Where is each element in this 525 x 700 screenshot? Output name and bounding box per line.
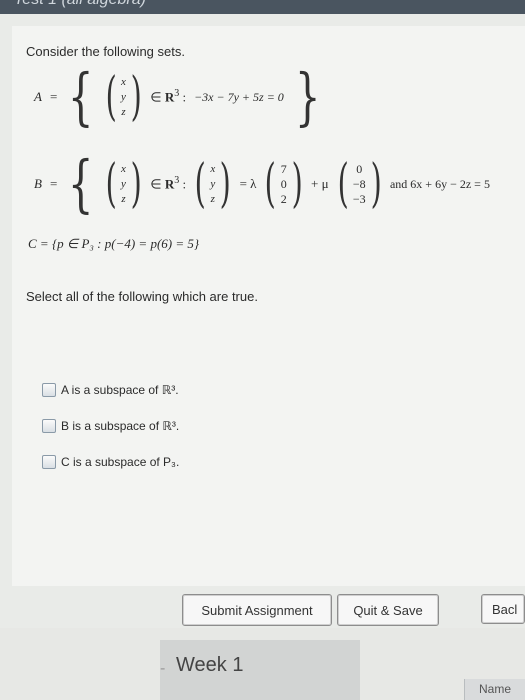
set-a-name: A — [34, 89, 42, 104]
set-a-vector: xyz — [121, 75, 126, 118]
name-label: Name — [479, 682, 512, 696]
back-button[interactable]: Bacl — [481, 594, 525, 624]
set-b-name: B — [34, 176, 42, 191]
set-b-vector-2: xyz — [210, 162, 216, 205]
set-b-extra-condition: and 6x + 6y − 2z = 5 — [389, 176, 490, 191]
set-b-definition: B = { ( xyz ) ∈ R3 : ( xyz ) = λ ( 702 )… — [34, 147, 490, 220]
quit-save-button[interactable]: Quit & Save — [337, 594, 439, 626]
set-c-definition: C = {p ∈ P₃ : p(−4) = p(6) = 5} — [28, 236, 200, 251]
set-b-direction-2: 0 −8 −3 — [352, 161, 366, 206]
page-header-title: Test 1 (all algebra) — [14, 0, 146, 9]
set-b-vector: xyz — [121, 162, 126, 205]
week-label: Week 1 — [176, 654, 244, 676]
set-b-direction-1: 702 — [280, 161, 287, 206]
week-tab[interactable]: - Week 1 — [160, 640, 360, 700]
option-b-label[interactable]: B is a subspace of ℝ³. — [61, 419, 179, 433]
instruction-text: Select all of the following which are tr… — [26, 289, 258, 304]
option-c-checkbox[interactable] — [42, 455, 56, 469]
set-a-definition: A = { ( xyz ) ∈ R3 : −3x − 7y + 5z = 0 } — [34, 60, 321, 133]
option-b-checkbox[interactable] — [42, 419, 56, 433]
option-c-label[interactable]: C is a subspace of P₃. — [61, 455, 179, 469]
question-prompt: Consider the following sets. — [26, 44, 185, 59]
set-a-condition: −3x − 7y + 5z = 0 — [194, 89, 284, 104]
window-header: Test 1 (all algebra) — [0, 0, 525, 14]
name-field[interactable]: Name — [464, 679, 525, 700]
submit-assignment-button[interactable]: Submit Assignment — [182, 594, 332, 626]
option-a-label[interactable]: A is a subspace of ℝ³. — [61, 383, 179, 397]
week-separator: - — [160, 660, 166, 677]
option-a-checkbox[interactable] — [42, 383, 56, 397]
